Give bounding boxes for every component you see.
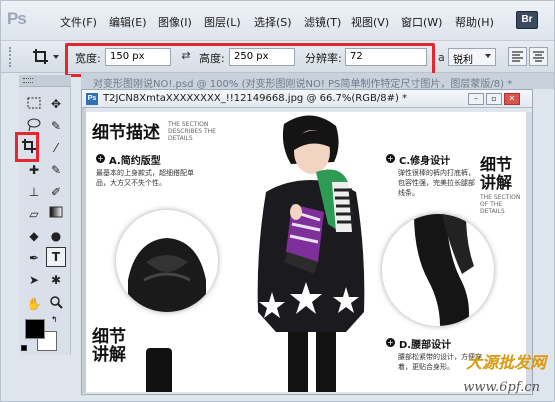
swap-arrows-icon[interactable]: ⇄ [179, 49, 193, 63]
height-field[interactable]: 250 px [229, 48, 295, 66]
chevron-down-icon [485, 54, 491, 58]
sharpen-value: 锐利 [453, 55, 473, 66]
shape-icon[interactable]: ✱ [47, 271, 65, 289]
watermark-url: www.6pf.cn [463, 380, 540, 395]
zoom-icon[interactable] [47, 295, 65, 313]
pen-icon[interactable]: ✒ [25, 249, 43, 267]
crop-preset-icon[interactable] [31, 47, 51, 67]
watermark-brand: 大源批发网 [465, 353, 546, 372]
healing-icon[interactable]: ✚ [25, 161, 43, 179]
image-canvas[interactable]: 细节描述 THE SECTION DESCRIBES THE DETAILS +… [86, 112, 526, 392]
quick-select-icon[interactable]: ✎ [47, 117, 65, 135]
sharpen-select[interactable]: 锐利 [448, 48, 496, 66]
right-title-en: THE SECTION OF THE DETAILS [480, 194, 521, 215]
menu-help[interactable]: 帮助(H) [455, 14, 494, 30]
menu-view[interactable]: 视图(V) [351, 14, 389, 30]
default-colors-icon[interactable] [21, 345, 27, 351]
c-description: 弹性很棒的裤内打底裤，包容性强，完美拉长腿部线条。 [398, 169, 475, 197]
dodge-icon[interactable]: ● [47, 227, 65, 245]
swap-colors-icon[interactable]: ↰ [51, 315, 58, 324]
background-document-tab[interactable]: 对变形图刚说NO!.psd @ 100% (对变形图刚说NO! PS简单制作特定… [93, 75, 553, 90]
menu-edit[interactable]: 编辑(E) [109, 14, 147, 30]
menu-select[interactable]: 选择(S) [254, 14, 292, 30]
hand-icon[interactable]: ✋ [25, 295, 43, 313]
type-icon[interactable]: T [46, 247, 66, 267]
menu-layer[interactable]: 图层(L) [204, 14, 241, 30]
right-title-line1: 细节 [480, 155, 513, 174]
main-title: 细节描述 [92, 123, 160, 143]
plus-icon: + [96, 154, 105, 163]
photoshop-window: Ps 文件(F) 编辑(E) 图像(I) 图层(L) 选择(S) 滤镜(T) 视… [0, 0, 555, 402]
right-title-line2: 讲解 [480, 173, 513, 192]
plus-icon: + [386, 338, 395, 347]
a-description: 最基本的上身款式，超细搭配单品，大方又不失个性。 [96, 169, 194, 187]
eraser-icon[interactable]: ▱ [25, 205, 43, 223]
menu-bar: Ps 文件(F) 编辑(E) 图像(I) 图层(L) 选择(S) 滤镜(T) 视… [1, 1, 554, 41]
move-icon[interactable]: ✥ [47, 95, 65, 113]
crop-icon[interactable] [20, 138, 38, 156]
menu-file[interactable]: 文件(F) [60, 14, 97, 30]
a-title: A.简约版型 [109, 156, 161, 167]
minimize-button[interactable]: – [468, 93, 484, 105]
c-title: C.修身设计 [399, 156, 451, 167]
left-title-line2: 讲解 [92, 345, 126, 365]
menu-image[interactable]: 图像(I) [158, 14, 192, 30]
main-title-en: THE SECTION DESCRIBES THE DETAILS [168, 121, 216, 142]
detail-crop-garment [146, 348, 172, 392]
width-label: 宽度: [75, 52, 101, 65]
document-title: T2JCN8XmtaXXXXXXXX_!!12149668.jpg @ 66.7… [103, 93, 408, 104]
brush-icon[interactable]: ✎ [47, 161, 65, 179]
sharpen-prefix: a [438, 51, 445, 64]
resolution-field[interactable]: 72 [345, 48, 427, 66]
history-brush-icon[interactable]: ✐ [47, 183, 65, 201]
menu-filter[interactable]: 滤镜(T) [304, 14, 341, 30]
maximize-button[interactable]: ▫ [486, 93, 502, 105]
plus-icon: + [386, 154, 395, 163]
close-button[interactable]: ✕ [504, 93, 520, 105]
gradient-icon[interactable] [47, 205, 65, 223]
toolbar-header[interactable] [19, 75, 71, 87]
model-photo [236, 112, 386, 392]
photoshop-logo: Ps [7, 9, 27, 28]
detail-circle-leggings [382, 214, 494, 326]
detail-circle-collar [116, 210, 218, 312]
left-title-line1: 细节 [92, 327, 126, 347]
eyedropper-icon[interactable]: ⁄ [47, 139, 65, 157]
d-title: D.腰部设计 [399, 340, 452, 351]
resolution-label: 分辨率: [305, 52, 342, 65]
bridge-button[interactable]: Br [516, 11, 538, 29]
align-center-button[interactable] [529, 47, 548, 66]
ps-document-icon: Ps [86, 93, 98, 105]
stamp-icon[interactable]: ⊥ [25, 183, 43, 201]
height-label: 高度: [199, 52, 225, 65]
blur-icon[interactable]: ◆ [25, 227, 43, 245]
document-titlebar[interactable]: Ps T2JCN8XmtaXXXXXXXX_!!12149668.jpg @ 6… [82, 90, 532, 108]
options-grip[interactable] [9, 47, 15, 67]
marquee-icon[interactable] [25, 95, 43, 113]
align-left-button[interactable] [508, 47, 527, 66]
foreground-color-swatch-top[interactable] [25, 319, 45, 339]
path-select-icon[interactable]: ➤ [25, 271, 43, 289]
chevron-down-icon[interactable] [53, 55, 59, 59]
menu-window[interactable]: 窗口(W) [401, 14, 442, 30]
width-field[interactable]: 150 px [105, 48, 171, 66]
